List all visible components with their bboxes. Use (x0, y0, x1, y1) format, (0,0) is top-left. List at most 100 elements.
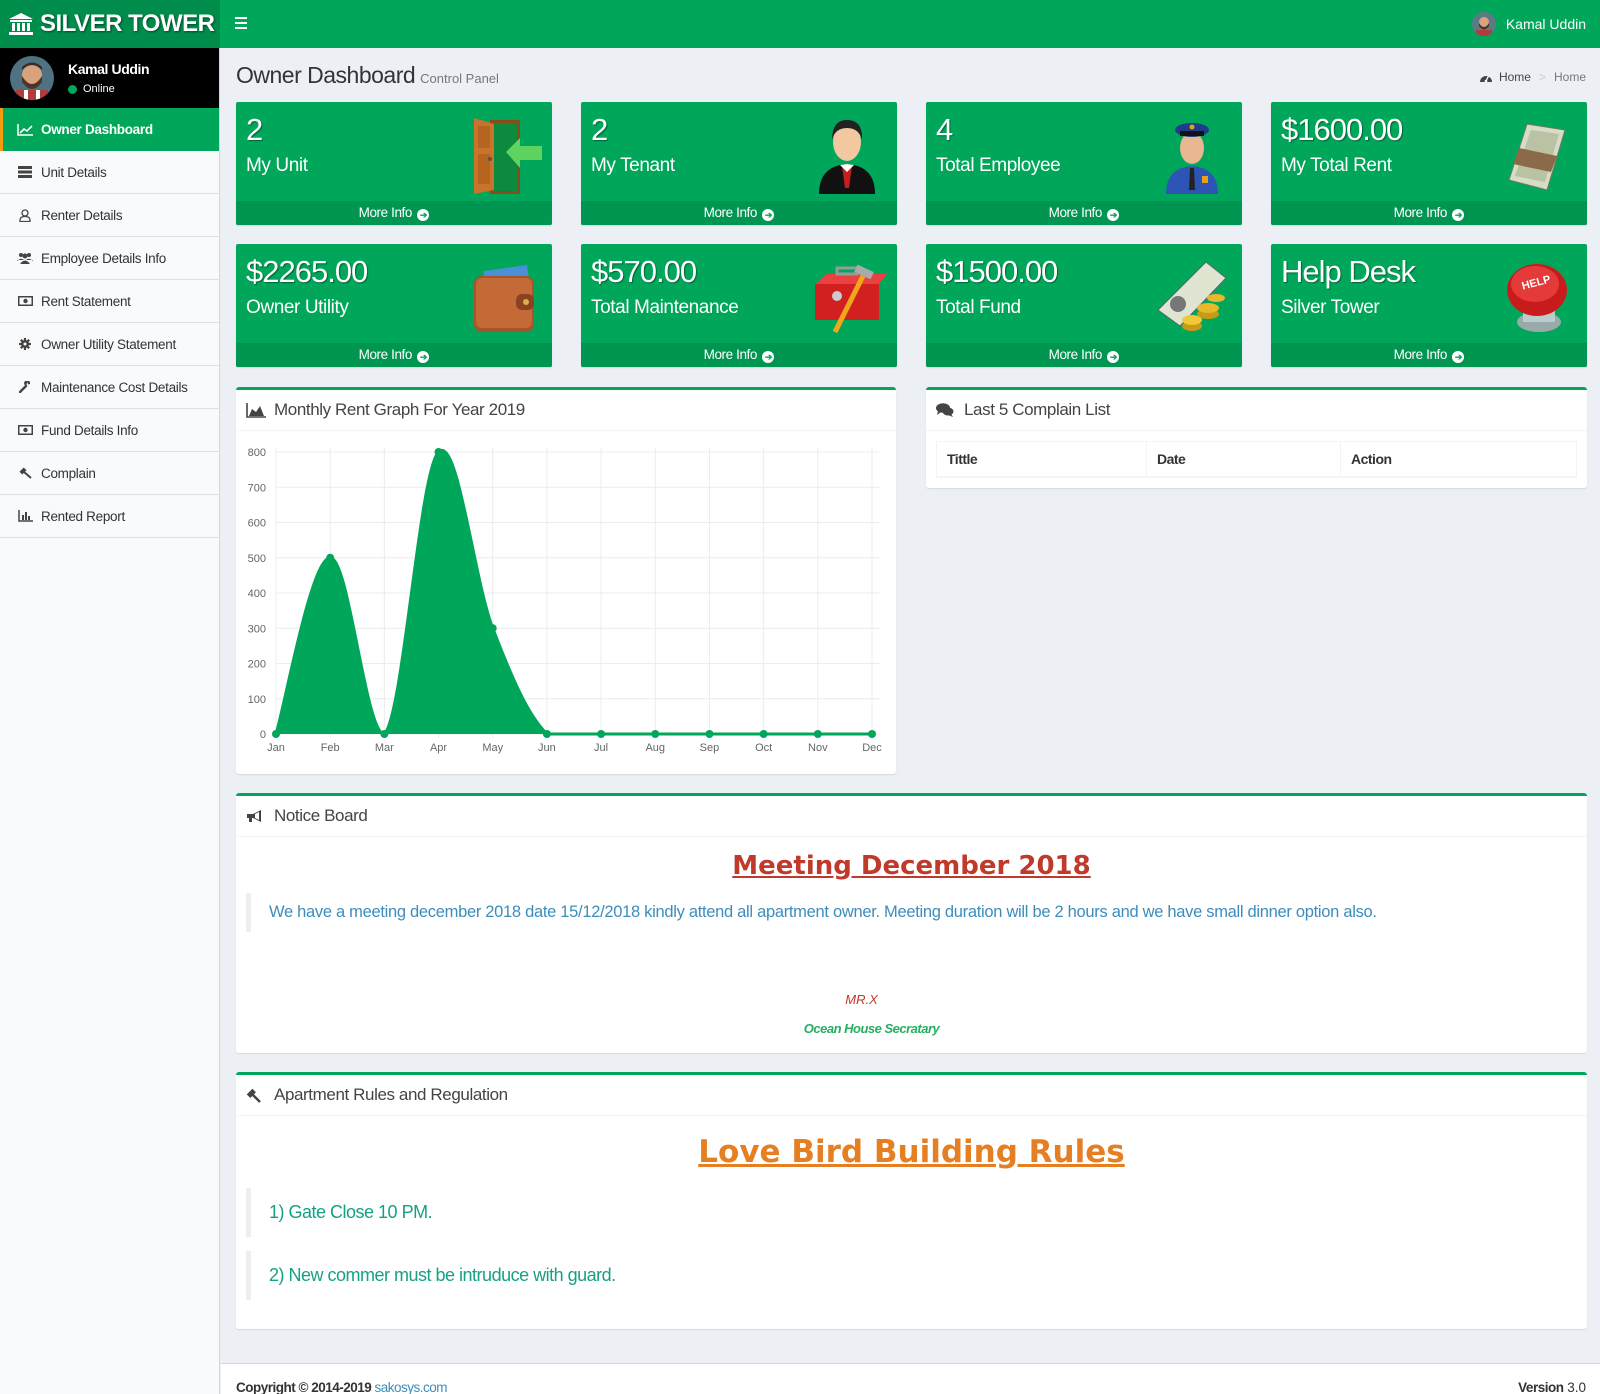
breadcrumb-current: Home (1553, 70, 1586, 84)
arrow-circle-right-icon: ➔ (1107, 209, 1120, 221)
top-navbar: Kamal Uddin (220, 0, 1600, 48)
stat-box-my-total-rent: $1600.00 My Total Rent More Info ➔ (1271, 102, 1587, 225)
cash-coins-icon (1157, 261, 1227, 331)
x-tick-label: Dec (862, 742, 882, 754)
data-point-dec (868, 730, 876, 738)
data-point-feb (326, 553, 335, 562)
stat-label: My Unit (246, 155, 308, 176)
x-tick-label: Aug (645, 742, 665, 754)
sidebar-item-unit-details[interactable]: Unit Details (0, 151, 219, 194)
user-icon (17, 208, 33, 222)
bank-icon (9, 13, 33, 35)
stat-box-my-tenant: 2 My Tenant More Info ➔ (581, 102, 897, 225)
more-info-link[interactable]: More Info ➔ (581, 201, 897, 225)
data-point-jun (542, 730, 551, 738)
complain-list-panel: Last 5 Complain List Tittle Date Action (926, 387, 1587, 488)
more-info-link[interactable]: More Info ➔ (926, 343, 1242, 367)
y-tick-label: 400 (248, 588, 266, 600)
sidebar-item-maintenance-cost-details[interactable]: Maintenance Cost Details (0, 366, 219, 409)
data-point-may (488, 624, 497, 633)
more-info-link[interactable]: More Info ➔ (1271, 343, 1587, 367)
y-tick-label: 0 (260, 729, 266, 741)
data-point-nov (813, 730, 822, 738)
stat-box-owner-utility: $2265.00 Owner Utility More Info ➔ (236, 244, 552, 367)
more-info-link[interactable]: More Info ➔ (1271, 201, 1587, 225)
x-tick-label: Jul (594, 742, 608, 754)
sidebar-item-rent-statement[interactable]: Rent Statement (0, 280, 219, 323)
rule-item: 1) Gate Close 10 PM. (246, 1188, 1577, 1237)
sidebar-item-rented-report[interactable]: Rented Report (0, 495, 219, 538)
sidebar-item-owner-dashboard[interactable]: Owner Dashboard (0, 108, 219, 151)
cash-stack-icon (1508, 123, 1566, 191)
dashboard-icon (1479, 75, 1492, 82)
page-footer: Copyright © 2014-2019 sakosys.com Versio… (221, 1363, 1600, 1394)
column-header-action: Action (1340, 441, 1577, 478)
line-chart-icon (17, 123, 33, 137)
y-tick-label: 700 (248, 482, 266, 494)
column-header-date: Date (1146, 441, 1341, 478)
breadcrumb: Home > Home (1479, 70, 1586, 84)
version: Version 3.0 (1518, 1380, 1586, 1394)
rent-area-chart: 0 100 200 300 400 500 600 700 800 Jan Feb Mar Apr May… (248, 447, 883, 754)
panel-title: Monthly Rent Graph For Year 2019 (274, 400, 525, 419)
notice-signature-role: Ocean House Secratary (803, 1021, 940, 1036)
user-status: Online (68, 83, 149, 95)
arrow-circle-right-icon: ➔ (1107, 351, 1120, 363)
gavel-icon (17, 466, 33, 480)
door-icon (474, 118, 542, 194)
arrow-circle-right-icon: ➔ (417, 209, 430, 221)
stat-value: 4 (936, 112, 953, 147)
series-line (274, 448, 872, 736)
user-menu[interactable]: Kamal Uddin (1471, 12, 1586, 36)
y-tick-label: 300 (248, 623, 266, 635)
comments-icon (936, 402, 956, 418)
stat-label: My Total Rent (1281, 155, 1392, 176)
sidebar-item-employee-details-info[interactable]: Employee Details Info (0, 237, 219, 280)
sidebar-item-renter-details[interactable]: Renter Details (0, 194, 219, 237)
sidebar-item-owner-utility-statement[interactable]: Owner Utility Statement (0, 323, 219, 366)
money-icon (17, 294, 33, 308)
y-tick-label: 500 (248, 553, 266, 565)
panel-title: Last 5 Complain List (964, 400, 1111, 419)
notice-board-panel: Notice Board Meeting December 2018 We ha… (236, 793, 1587, 1053)
data-point-jan (272, 730, 280, 738)
x-tick-label: Apr (430, 742, 447, 754)
more-info-link[interactable]: More Info ➔ (236, 201, 552, 225)
sidebar-item-complain[interactable]: Complain (0, 452, 219, 495)
sidebar-toggle-icon[interactable] (230, 14, 252, 34)
rent-graph-panel: Monthly Rent Graph For Year 2019 0 100 200… (236, 387, 896, 774)
arrow-circle-right-icon: ➔ (1452, 351, 1465, 363)
x-tick-label: Sep (700, 742, 720, 754)
more-info-link[interactable]: More Info ➔ (581, 343, 897, 367)
more-info-link[interactable]: More Info ➔ (926, 201, 1242, 225)
stat-box-total-fund: $1500.00 Total Fund More Info ➔ (926, 244, 1242, 367)
more-info-link[interactable]: More Info ➔ (236, 343, 552, 367)
app-title: SILVER TOWER (40, 10, 215, 37)
sidebar-item-fund-details-info[interactable]: Fund Details Info (0, 409, 219, 452)
topbar-user-name: Kamal Uddin (1505, 16, 1586, 32)
help-button-icon: HELP (1507, 264, 1567, 332)
x-tick-label: Feb (321, 742, 340, 754)
arrow-circle-right-icon: ➔ (762, 351, 775, 363)
wallet-icon (474, 264, 534, 332)
stat-box-help-desk: Help Desk Silver Tower HELP More Info ➔ (1271, 244, 1587, 367)
money-icon (17, 423, 33, 437)
page-title: Owner Dashboard (236, 62, 416, 88)
user-name: Kamal Uddin (68, 61, 150, 77)
notice-body: We have a meeting december 2018 date 15/… (246, 893, 1577, 932)
arrow-circle-right-icon: ➔ (1452, 209, 1465, 221)
gear-icon (17, 337, 33, 351)
arrow-circle-right-icon: ➔ (762, 209, 775, 221)
y-tick-label: 800 (248, 447, 266, 459)
copyright: Copyright © 2014-2019 sakosys.com (236, 1380, 448, 1394)
stat-label: Total Employee (936, 155, 1061, 176)
stat-label: Total Maintenance (591, 297, 739, 318)
arrow-circle-right-icon: ➔ (417, 351, 430, 363)
data-point-sep (705, 730, 714, 738)
stat-box-total-employee: 4 Total Employee More Info ➔ (926, 102, 1242, 225)
footer-link[interactable]: sakosys.com (375, 1380, 448, 1394)
app-logo[interactable]: SILVER TOWER (0, 0, 220, 48)
gavel-icon (246, 1087, 266, 1103)
stat-value: $2265.00 (246, 254, 368, 289)
breadcrumb-home-link[interactable]: Home (1499, 70, 1531, 84)
